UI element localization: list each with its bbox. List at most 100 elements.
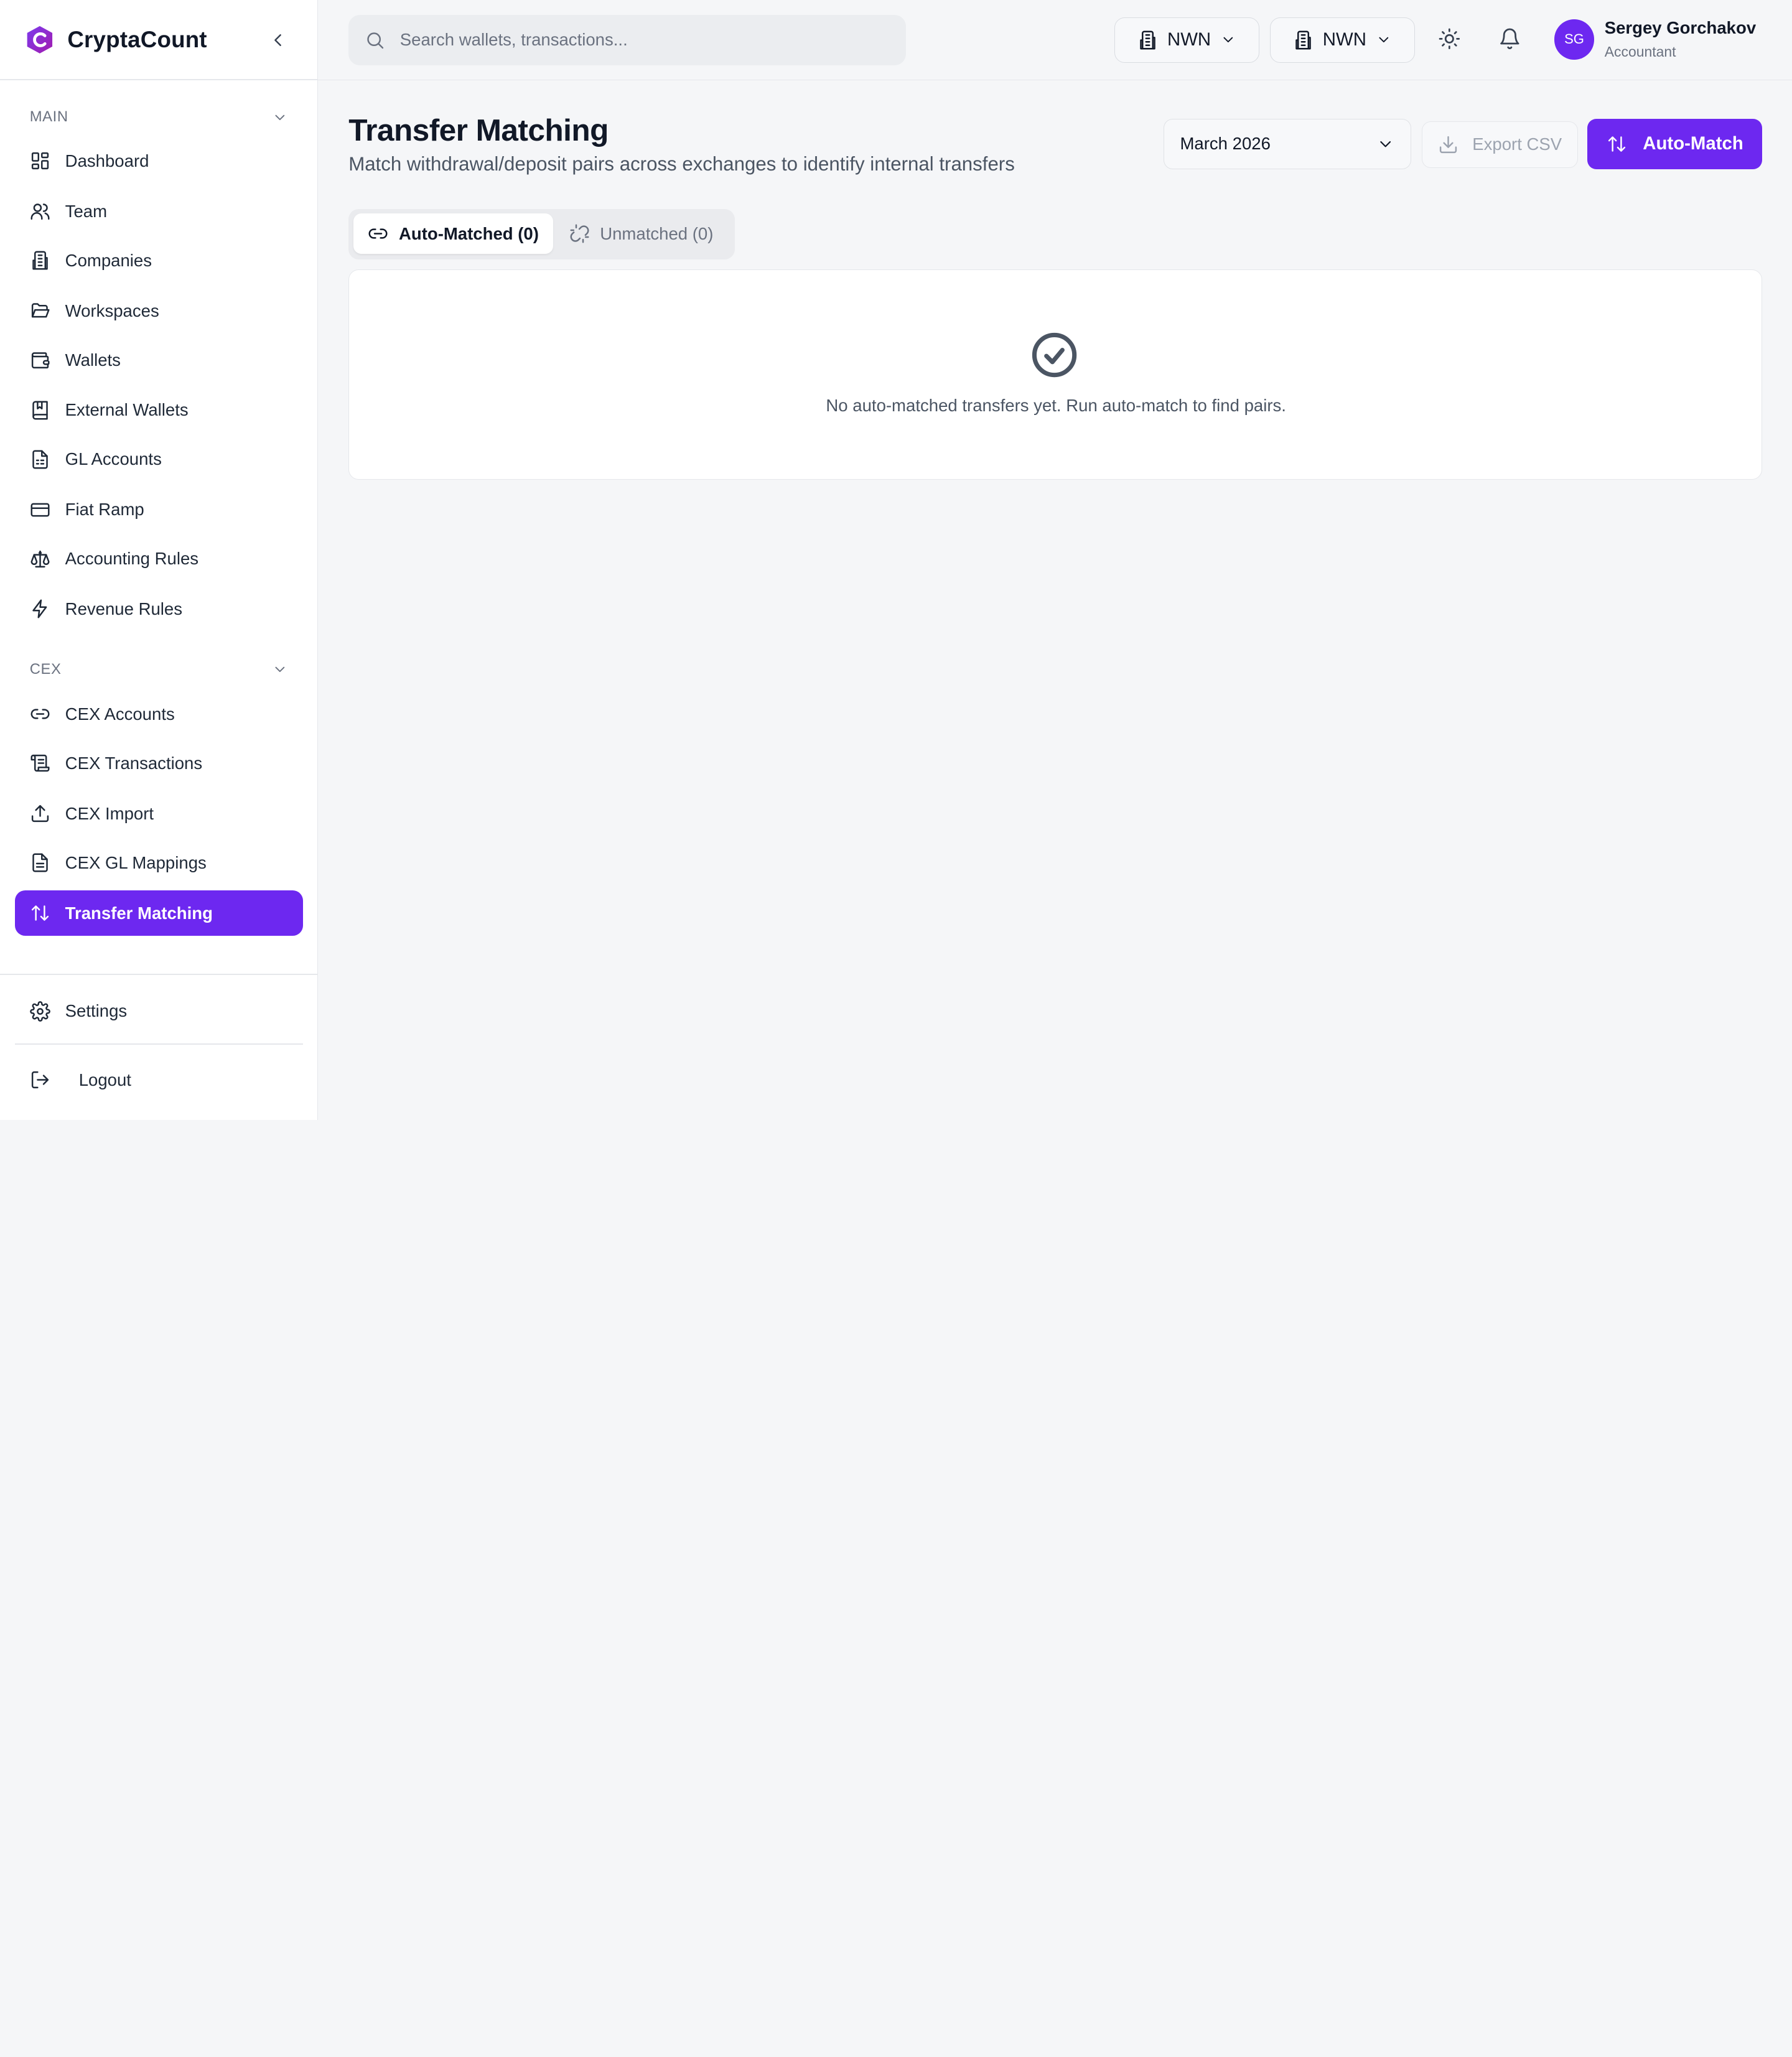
sidebar-item-label: Team [65, 201, 108, 221]
auto-match-label: Auto-Match [1643, 133, 1743, 154]
user-name: Sergey Gorchakov [1604, 18, 1757, 38]
section-main-label: MAIN [29, 108, 68, 126]
sidebar-item-label: Fiat Ramp [65, 500, 144, 520]
section-main-header[interactable]: MAIN [30, 108, 288, 126]
card-icon [30, 503, 50, 517]
sidebar-item-label: External Wallets [65, 400, 189, 420]
chevron-down-icon [275, 114, 285, 120]
sidebar-item-workspaces[interactable]: Workspaces [15, 288, 303, 334]
month-select[interactable]: March 2026 [1163, 119, 1412, 169]
document-icon [32, 853, 48, 872]
sidebar-item-label: CEX Import [65, 803, 154, 823]
arrows-up-down-icon [31, 905, 49, 921]
logout-label: Logout [78, 1070, 131, 1089]
scale-icon [30, 550, 50, 567]
page-subtitle: Match withdrawal/deposit pairs across ex… [348, 153, 1015, 175]
avatar-initials: SG [1564, 31, 1584, 47]
download-icon [1440, 136, 1457, 153]
sidebar-item-label: Workspaces [65, 301, 159, 320]
book-icon [32, 401, 48, 420]
sidebar-item-label: Accounting Rules [65, 549, 199, 569]
sidebar-item-label: CEX GL Mappings [65, 852, 207, 872]
chevron-down-icon [1223, 37, 1233, 43]
logout-icon [31, 1071, 49, 1089]
export-csv-button[interactable]: Export CSV [1421, 121, 1579, 168]
search-placeholder: Search wallets, transactions... [399, 30, 628, 50]
workspace-selector-value: NWN [1322, 29, 1366, 50]
user-role: Accountant [1604, 43, 1676, 60]
unlink-icon [570, 224, 589, 243]
tab-list: Auto-Matched (0) Unmatched (0) [348, 209, 735, 259]
dashboard-icon [31, 152, 49, 170]
check-circle-icon [1032, 332, 1077, 378]
section-cex-label: CEX [29, 660, 62, 678]
cryptacount-logo-icon [27, 26, 53, 54]
wallet-icon [31, 352, 50, 369]
export-csv-label: Export CSV [1472, 134, 1562, 154]
document-icon [32, 450, 48, 469]
sidebar-divider [0, 78, 318, 80]
chevron-down-icon [275, 666, 285, 672]
link-icon [368, 228, 388, 239]
sidebar-item-gl-accounts[interactable]: GL Accounts [15, 437, 303, 482]
search-input[interactable]: Search wallets, transactions... [348, 14, 907, 65]
sidebar-item-label: Companies [65, 250, 152, 270]
bell-icon[interactable] [1498, 27, 1521, 50]
matches-panel: No auto-matched transfers yet. Run auto-… [348, 269, 1763, 480]
link-icon [30, 709, 50, 720]
sidebar-item-companies[interactable]: Companies [15, 238, 303, 283]
chevron-down-icon [1379, 37, 1388, 43]
sidebar-item-label: Wallets [65, 350, 121, 370]
arrows-up-down-icon [1608, 136, 1625, 152]
app-root: CryptaCount MAIN Dashboard Team Companie… [0, 0, 1792, 1120]
sidebar-item-label: Dashboard [65, 151, 149, 170]
search-icon [367, 32, 384, 49]
sidebar-item-transfer-matching[interactable]: Transfer Matching [14, 890, 303, 936]
company-selector[interactable]: NWN [1114, 17, 1260, 63]
sidebar-item-label: Transfer Matching [65, 903, 213, 923]
sidebar-item-label: Settings [65, 1001, 128, 1021]
avatar[interactable]: SG [1554, 19, 1595, 60]
scroll-icon [30, 755, 50, 772]
upload-icon [31, 805, 49, 823]
building-icon [1140, 30, 1156, 50]
sidebar-item-external-wallets[interactable]: External Wallets [15, 388, 303, 433]
sidebar-footer-divider [14, 1043, 303, 1045]
sidebar-item-revenue-rules[interactable]: Revenue Rules [15, 586, 303, 632]
workspace-selector[interactable]: NWN [1269, 17, 1415, 63]
tab-auto-matched-label: Auto-Matched (0) [398, 223, 539, 243]
sidebar-item-dashboard[interactable]: Dashboard [15, 138, 303, 184]
sidebar-item-accounting-rules[interactable]: Accounting Rules [15, 536, 303, 581]
sidebar-item-label: CEX Accounts [65, 704, 175, 724]
company-selector-value: NWN [1167, 29, 1211, 50]
sidebar-item-cex-gl-mappings[interactable]: CEX GL Mappings [15, 840, 303, 885]
top-bar: Search wallets, transactions... NWN NWN … [317, 0, 1792, 80]
chevron-down-icon [1380, 141, 1391, 147]
tab-auto-matched[interactable]: Auto-Matched (0) [353, 213, 553, 254]
app-name: CryptaCount [67, 27, 207, 53]
auto-match-button[interactable]: Auto-Match [1587, 119, 1763, 169]
page-title: Transfer Matching [348, 112, 609, 147]
sidebar-item-team[interactable]: Team [15, 189, 303, 234]
sidebar-item-wallets[interactable]: Wallets [15, 337, 303, 383]
empty-state-message: No auto-matched transfers yet. Run auto-… [826, 396, 1286, 416]
brand[interactable]: CryptaCount [25, 23, 207, 57]
sidebar-item-cex-accounts[interactable]: CEX Accounts [15, 691, 303, 737]
sidebar-item-settings[interactable]: Settings [15, 989, 303, 1034]
bolt-icon [32, 599, 47, 618]
sidebar-item-fiat-ramp[interactable]: Fiat Ramp [15, 487, 303, 532]
building-icon [1295, 30, 1311, 50]
section-cex-header[interactable]: CEX [30, 661, 288, 678]
tab-unmatched-label: Unmatched (0) [600, 223, 714, 243]
sidebar-footer-divider [0, 973, 318, 975]
logout-button[interactable]: Logout [15, 1057, 303, 1103]
collapse-sidebar-icon[interactable] [268, 30, 288, 50]
gear-icon [29, 1001, 50, 1022]
sidebar-item-cex-import[interactable]: CEX Import [15, 791, 303, 836]
theme-toggle-sun-icon[interactable] [1438, 27, 1461, 50]
folder-icon [31, 303, 50, 318]
tab-unmatched[interactable]: Unmatched (0) [554, 213, 730, 253]
building-icon [32, 251, 48, 270]
sidebar-item-cex-transactions[interactable]: CEX Transactions [15, 740, 303, 786]
month-select-value: March 2026 [1180, 134, 1271, 154]
